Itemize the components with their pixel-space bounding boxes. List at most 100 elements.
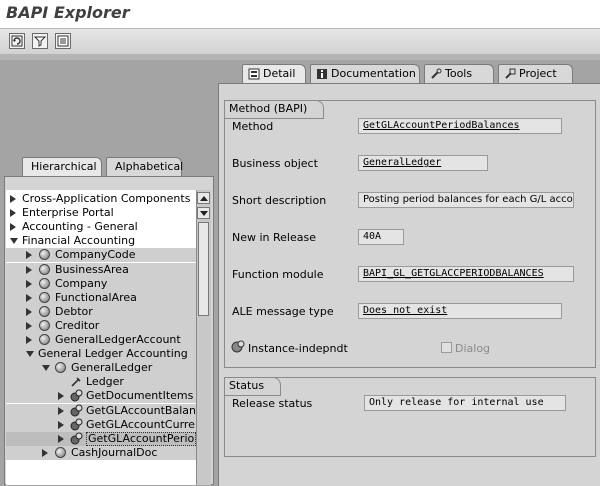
collapsed-triangle-icon[interactable] [58, 406, 64, 415]
tree-item[interactable]: CompanyCode [6, 248, 196, 263]
tab-documentation[interactable]: Documentation [310, 64, 420, 84]
scroll-up-button[interactable] [197, 192, 210, 204]
refresh-icon[interactable] [9, 33, 25, 49]
tree-item[interactable]: FunctionalArea [6, 290, 196, 305]
business-object-icon [39, 305, 50, 317]
bapi-tree[interactable]: Cross-Application Components Enterprise P… [6, 190, 196, 485]
method-icon [70, 389, 83, 402]
tree-item[interactable]: GetGLAccountBalan [6, 403, 196, 418]
tree-item[interactable]: Financial Accounting [6, 234, 196, 248]
arrow-down-icon [200, 211, 208, 216]
expanded-triangle-icon[interactable] [42, 365, 50, 372]
collapsed-triangle-icon[interactable] [58, 420, 64, 429]
collapsed-triangle-icon[interactable] [26, 293, 32, 302]
tree-item[interactable]: GetGLAccountCurre [6, 417, 196, 432]
collapsed-triangle-icon[interactable] [26, 307, 32, 316]
tree-item-label: Enterprise Portal [22, 206, 114, 220]
key-icon [71, 377, 81, 387]
method-value[interactable]: GetGLAccountPeriodBalances [358, 118, 562, 134]
tree-scrollbar[interactable] [196, 190, 211, 485]
tree-item[interactable]: CashJournalDoc [6, 445, 196, 460]
expanded-triangle-icon[interactable] [10, 238, 18, 245]
collapsed-triangle-icon[interactable] [26, 321, 32, 330]
toolbar-separator [0, 54, 600, 60]
status-group-title: Status [224, 377, 282, 396]
tree-item[interactable]: Enterprise Portal [6, 206, 196, 220]
method-icon [70, 404, 83, 416]
tree-item-label: GetGLAccountPerio [86, 431, 196, 446]
tab-tools[interactable]: Tools [424, 64, 494, 84]
list-icon[interactable] [55, 33, 71, 49]
method-label: Method [232, 120, 274, 133]
ale-message-type-value[interactable]: Does not exist [358, 303, 562, 319]
scroll-down-button[interactable] [197, 207, 210, 219]
business-object-icon [39, 263, 50, 275]
tree-item-label: FunctionalArea [55, 290, 137, 304]
tab-alphabetical-label: Alphabetical [115, 160, 184, 173]
instance-independent-label: Instance-indepndt [248, 342, 348, 355]
tree-item-label: Accounting - General [22, 220, 138, 234]
dialog-checkbox[interactable] [441, 342, 452, 353]
tree-item[interactable]: GeneralLedgerAccount [6, 333, 196, 347]
new-in-release-label: New in Release [232, 231, 316, 244]
tree-item[interactable]: General Ledger Accounting [6, 347, 196, 362]
tree-item-label: GetGLAccountBalan [86, 403, 196, 417]
collapsed-triangle-icon[interactable] [26, 336, 32, 344]
tab-project[interactable]: Project [498, 64, 573, 84]
tree-item-label: CompanyCode [55, 248, 136, 262]
business-object-value[interactable]: GeneralLedger [358, 155, 488, 171]
release-status-label: Release status [232, 397, 313, 410]
collapsed-triangle-icon[interactable] [26, 251, 32, 260]
tree-item-label: Ledger [86, 375, 124, 389]
collapsed-triangle-icon[interactable] [42, 448, 48, 457]
tree-item-label: Company [55, 276, 108, 290]
expanded-triangle-icon[interactable] [26, 351, 34, 358]
tab-alphabetical[interactable]: Alphabetical [106, 157, 184, 177]
status-group: Status [224, 377, 596, 457]
tree-item[interactable]: GeneralLedger [6, 361, 196, 376]
scroll-thumb[interactable] [198, 222, 209, 316]
collapsed-triangle-icon[interactable] [10, 223, 16, 232]
collapsed-triangle-icon[interactable] [58, 392, 64, 401]
tab-tools-label: Tools [445, 67, 473, 80]
business-object-icon [39, 291, 50, 303]
tree-item[interactable]: Accounting - General [6, 220, 196, 234]
tree-item[interactable]: Creditor [6, 318, 196, 333]
business-object-icon [39, 334, 50, 345]
collapsed-triangle-icon[interactable] [10, 209, 16, 218]
tree-item[interactable]: Debtor [6, 304, 196, 319]
filter-icon[interactable] [32, 33, 48, 49]
info-icon [317, 69, 327, 79]
collapsed-triangle-icon[interactable] [26, 265, 32, 274]
collapsed-triangle-icon[interactable] [26, 279, 32, 288]
tab-hierarchical[interactable]: Hierarchical [22, 157, 102, 177]
tree-item-label: Cross-Application Components [22, 192, 191, 205]
tree-item[interactable]: Ledger [6, 375, 196, 390]
collapsed-triangle-icon[interactable] [10, 195, 16, 203]
tab-detail[interactable]: Detail [242, 64, 306, 84]
release-status-value: Only release for internal use [364, 395, 566, 411]
arrow-up-icon [200, 196, 208, 201]
tree-item-label: GetDocumentItems [86, 389, 194, 403]
title-bar: BAPI Explorer [0, 0, 600, 28]
method-group-title: Method (BAPI) [224, 100, 325, 119]
tree-item[interactable]: Cross-Application Components [6, 192, 196, 206]
function-module-value[interactable]: BAPI_GL_GETGLACCPERIODBALANCES [358, 266, 574, 282]
detail-icon [248, 68, 260, 80]
tree-item-label: Creditor [55, 318, 100, 332]
tree-item[interactable]: GetDocumentItems [6, 389, 196, 404]
window-title: BAPI Explorer [6, 3, 130, 22]
tree-item-label: CashJournalDoc [71, 445, 158, 459]
tree-item-selected[interactable]: GetGLAccountPerio [6, 431, 196, 446]
tree-item[interactable]: Company [6, 276, 196, 291]
collapsed-triangle-icon[interactable] [58, 434, 64, 443]
function-module-label: Function module [232, 268, 324, 281]
tab-detail-label: Detail [263, 67, 296, 80]
new-in-release-value: 40A [358, 229, 404, 245]
tab-project-label: Project [519, 67, 557, 80]
method-value-text: GetGLAccountPeriodBalances [363, 120, 520, 131]
tree-item[interactable]: BusinessArea [6, 262, 196, 277]
business-object-icon [55, 446, 66, 458]
ale-message-type-label: ALE message type [232, 305, 334, 318]
tree-item-label: GeneralLedgerAccount [55, 333, 181, 346]
